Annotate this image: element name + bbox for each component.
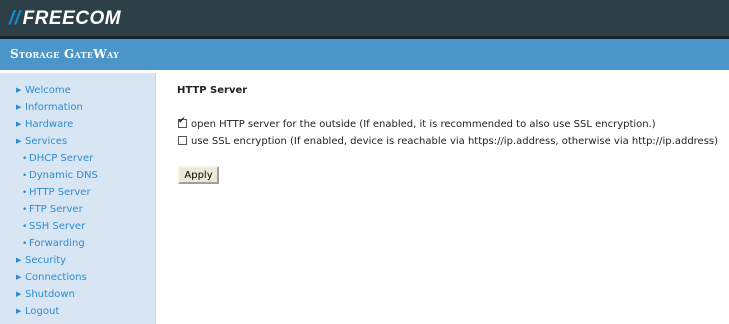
nav-label: Services	[25, 136, 68, 147]
nav-label: Welcome	[25, 85, 71, 96]
bullet-icon: •	[22, 188, 28, 198]
main-content: HTTP Server open HTTP server for the out…	[156, 73, 729, 324]
option-label: use SSL encryption (If enabled, device i…	[191, 136, 719, 147]
nav-forwarding[interactable]: • Forwarding	[22, 238, 85, 249]
top-banner: //FREECOM	[0, 0, 729, 39]
nav-label: Forwarding	[29, 238, 85, 249]
arrow-right-icon: ▶	[16, 86, 22, 94]
nav-label: Logout	[25, 306, 60, 317]
nav-http-server[interactable]: • HTTP Server	[22, 187, 91, 198]
bullet-icon: •	[22, 205, 28, 215]
page-title: HTTP Server	[177, 85, 248, 96]
nav-dhcp-server[interactable]: • DHCP Server	[22, 153, 93, 164]
open-outside-checkbox[interactable]	[178, 116, 187, 128]
arrow-right-icon: ▶	[16, 103, 22, 111]
bullet-icon: •	[22, 222, 28, 232]
nav-label: Connections	[25, 272, 87, 283]
nav-welcome[interactable]: ▶ Welcome	[16, 85, 71, 96]
nav-ssh-server[interactable]: • SSH Server	[22, 221, 85, 232]
apply-button[interactable]: Apply	[178, 166, 219, 184]
nav-label: Dynamic DNS	[29, 170, 98, 181]
arrow-right-icon: ▶	[16, 137, 22, 145]
arrow-right-icon: ▶	[16, 256, 22, 264]
bullet-icon: •	[22, 171, 28, 181]
nav-hardware[interactable]: ▶ Hardware	[16, 119, 73, 130]
nav-label: FTP Server	[29, 204, 83, 215]
nav-label: Shutdown	[25, 289, 75, 300]
nav-ftp-server[interactable]: • FTP Server	[22, 204, 83, 215]
nav-label: SSH Server	[29, 221, 86, 232]
nav-label: DHCP Server	[29, 153, 94, 164]
sidebar: ▶ Welcome ▶ Information ▶ Hardware ▶ Service…	[0, 73, 156, 324]
bullet-icon: •	[22, 239, 28, 249]
nav-information[interactable]: ▶ Information	[16, 102, 83, 113]
nav-label: Security	[25, 255, 67, 266]
nav-dynamic-dns[interactable]: • Dynamic DNS	[22, 170, 98, 181]
option-open-outside: open HTTP server for the outside (If ena…	[178, 116, 656, 130]
bullet-icon: •	[22, 154, 28, 164]
nav-shutdown[interactable]: ▶ Shutdown	[16, 289, 75, 300]
ssl-checkbox[interactable]	[178, 136, 187, 145]
option-label: open HTTP server for the outside (If ena…	[191, 119, 656, 130]
logo-text: FREECOM	[22, 8, 122, 29]
nav-services[interactable]: ▶ Services	[16, 136, 67, 147]
option-ssl: use SSL encryption (If enabled, device i…	[178, 136, 718, 147]
arrow-right-icon: ▶	[16, 120, 22, 128]
nav-security[interactable]: ▶ Security	[16, 255, 66, 266]
arrow-right-icon: ▶	[16, 307, 22, 315]
nav-connections[interactable]: ▶ Connections	[16, 272, 87, 283]
nav-label: HTTP Server	[29, 187, 91, 198]
product-title: Storage GateWay	[10, 47, 120, 61]
freecom-logo: //FREECOM	[9, 8, 121, 30]
nav-label: Information	[25, 102, 83, 113]
arrow-right-icon: ▶	[16, 273, 22, 281]
nav-logout[interactable]: ▶ Logout	[16, 306, 59, 317]
nav-label: Hardware	[25, 119, 74, 130]
logo-slashes: //	[9, 8, 21, 29]
arrow-right-icon: ▶	[16, 290, 22, 298]
